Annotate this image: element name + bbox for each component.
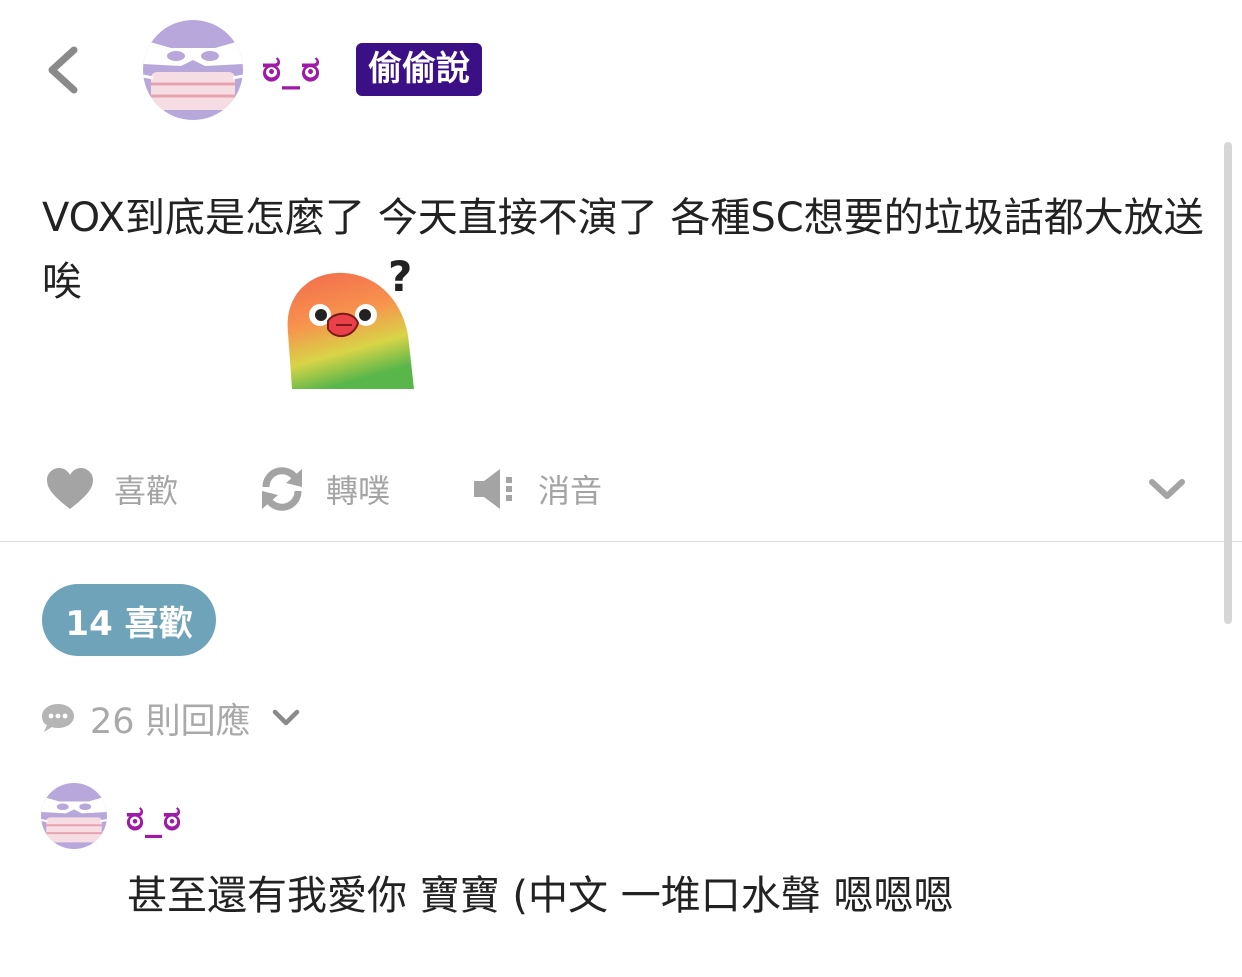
reply-display-name[interactable]: ಠ_ಠ (126, 800, 182, 838)
replurk-label: 轉噗 (326, 472, 391, 510)
mute-button[interactable]: 消音 (472, 460, 602, 518)
lovebird-question-sticker-icon: ? (287, 252, 414, 389)
poster-display-name[interactable]: ಠ_ಠ (262, 50, 321, 90)
anonymous-masked-face-icon (143, 20, 243, 120)
responses-count-label: 26 則回應 (90, 701, 251, 742)
mute-label: 消音 (538, 472, 603, 510)
heart-icon (47, 468, 93, 509)
qualifier-badge: 偷偷說 (356, 43, 482, 96)
chevron-down-icon (272, 709, 299, 726)
speech-bubble-icon (42, 704, 74, 732)
responses-toggle[interactable]: 26 則回應 (40, 695, 301, 742)
svg-text:?: ? (388, 253, 412, 301)
replurk-arrows-icon (262, 467, 302, 511)
reply-content: 甚至還有我愛你 寶寶 (中文 一堆口水聲 嗯嗯嗯 (127, 873, 954, 919)
back-button[interactable] (40, 40, 90, 100)
divider (0, 541, 1242, 542)
post-content: VOX到底是怎麼了 今天直接不演了 各種SC想要的垃圾話都大放送唉 (42, 195, 1204, 305)
reply-avatar[interactable] (41, 783, 107, 849)
post-action-bar: 喜歡 轉噗 消音 (0, 460, 1242, 518)
scrollbar[interactable] (1224, 142, 1232, 624)
chevron-left-icon (48, 46, 78, 94)
post-sticker: ? (282, 252, 420, 389)
more-options-button[interactable] (1146, 470, 1188, 510)
speaker-mute-icon (474, 469, 512, 509)
like-label: 喜歡 (114, 472, 179, 510)
replurk-button[interactable]: 轉噗 (258, 460, 390, 518)
anonymous-masked-face-icon (41, 783, 107, 849)
poster-avatar[interactable] (143, 20, 243, 120)
like-button[interactable]: 喜歡 (46, 460, 178, 518)
likes-count-button[interactable]: 14 喜歡 (42, 584, 216, 656)
chevron-down-icon (1149, 479, 1185, 499)
